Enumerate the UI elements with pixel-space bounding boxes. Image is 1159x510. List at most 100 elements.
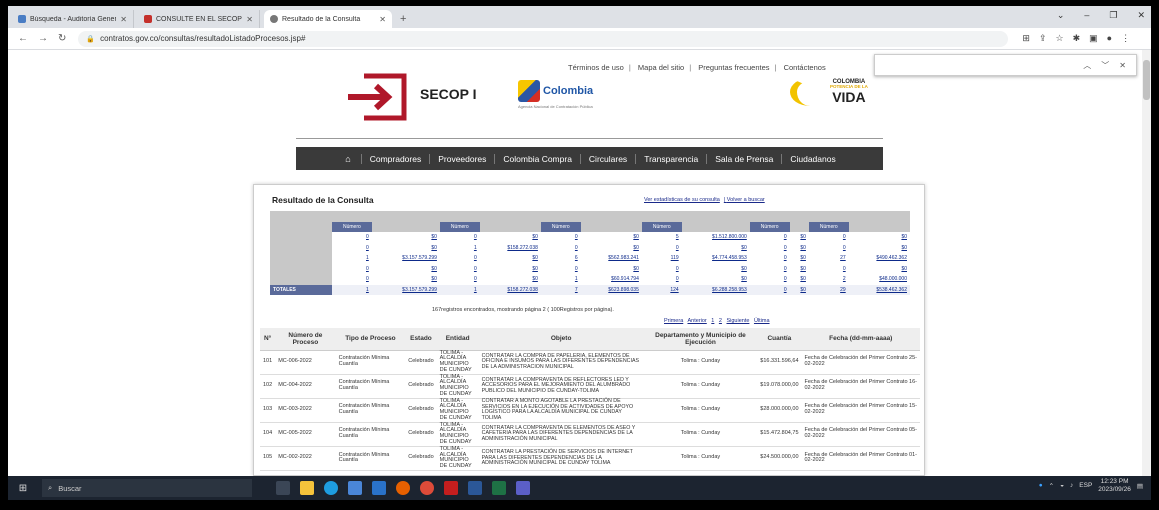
acrobat-icon[interactable] — [444, 481, 458, 495]
chrome-icon[interactable] — [420, 481, 434, 495]
col-entidad[interactable]: Entidad — [436, 328, 479, 351]
secop-arrow-logo-icon[interactable] — [346, 72, 408, 124]
stats-cell[interactable]: $0 — [480, 264, 541, 275]
stats-cell[interactable]: $0 — [372, 264, 440, 275]
col-proceso[interactable]: Número de Proceso — [275, 328, 336, 351]
stats-cell[interactable]: $0 — [849, 264, 910, 275]
stats-cell[interactable]: 0 — [440, 264, 480, 275]
col-tipo[interactable]: Tipo de Proceso — [335, 328, 406, 351]
new-tab-button[interactable]: + — [400, 10, 406, 28]
restore-icon[interactable]: ❐ — [1109, 10, 1117, 21]
nav-proveedores[interactable]: Proveedores — [430, 153, 496, 164]
stats-link[interactable]: Ver estadísticas de su consulta — [644, 197, 720, 203]
col-fecha[interactable]: Fecha (dd-mm-aaaa) — [801, 328, 920, 351]
stats-cell[interactable]: $48.000.000 — [849, 274, 910, 285]
stats-cell[interactable]: $0 — [480, 274, 541, 285]
stats-cell[interactable]: 0 — [642, 264, 682, 275]
star-icon[interactable]: ☆ — [1055, 33, 1063, 44]
stats-cell[interactable]: $0 — [480, 232, 541, 243]
nav-sala-prensa[interactable]: Sala de Prensa — [707, 153, 783, 164]
stats-cell[interactable]: 0 — [440, 232, 480, 243]
stats-cell[interactable]: 0 — [642, 243, 682, 254]
find-bar[interactable]: ︿ ﹀ ✕ — [874, 54, 1137, 76]
stats-cell[interactable]: $562.983.241 — [581, 253, 642, 264]
edge-icon[interactable] — [324, 481, 338, 495]
stats-cell[interactable]: 1 — [440, 243, 480, 254]
excel-icon[interactable] — [492, 481, 506, 495]
menu-icon[interactable]: ⋮ — [1121, 33, 1130, 44]
close-icon[interactable]: ✕ — [379, 15, 386, 24]
link-contactenos[interactable]: Contáctenos — [784, 63, 826, 72]
stats-total-cell[interactable]: $158.272.038 — [479, 284, 541, 295]
nav-transparencia[interactable]: Transparencia — [636, 153, 708, 164]
stats-cell[interactable]: 5 — [642, 232, 682, 243]
stats-cell[interactable]: 0 — [332, 274, 372, 285]
table-row[interactable]: 104 MC-005-2022 Contratación Mínima Cuantí… — [260, 422, 920, 447]
chevron-down-icon[interactable]: ⌄ — [1057, 10, 1065, 21]
stats-cell[interactable]: 0 — [750, 274, 790, 285]
cell-proceso[interactable]: MC-004-2022 — [275, 374, 336, 399]
url-field[interactable]: 🔒 contratos.gov.co/consultas/resultadoLi… — [78, 30, 1009, 47]
close-window-icon[interactable]: ✕ — [1137, 10, 1145, 21]
word-icon[interactable] — [468, 481, 482, 495]
stats-cell[interactable]: $0 — [682, 264, 750, 275]
stats-cell[interactable]: 0 — [809, 243, 849, 254]
col-objeto[interactable]: Objeto — [478, 328, 644, 351]
stats-cell[interactable]: $1.512.800.000 — [682, 232, 750, 243]
mail-icon[interactable] — [372, 481, 386, 495]
stats-cell[interactable]: 1 — [332, 253, 372, 264]
stats-cell[interactable]: 0 — [750, 264, 790, 275]
pager-last[interactable]: Última — [754, 318, 770, 324]
col-estado[interactable]: Estado — [405, 328, 437, 351]
help-icon[interactable]: ● — [1039, 482, 1043, 489]
stats-cell[interactable]: 0 — [541, 243, 581, 254]
scrollbar[interactable] — [1142, 50, 1151, 476]
stats-cell[interactable]: $0 — [849, 232, 910, 243]
stats-cell[interactable]: 0 — [809, 232, 849, 243]
stats-cell[interactable]: 1 — [541, 274, 581, 285]
pager-prev[interactable]: Anterior — [688, 318, 707, 324]
col-n[interactable]: N° — [260, 328, 276, 351]
clock[interactable]: 12:23 PM 2023/09/26 — [1098, 478, 1131, 494]
stats-total-cell[interactable]: 1 — [332, 284, 372, 295]
col-departamento[interactable]: Departamento y Municipio de Ejecución — [643, 328, 758, 351]
store-icon[interactable] — [348, 481, 362, 495]
windows-start-icon[interactable]: ⊞ — [8, 483, 38, 494]
stats-total-cell[interactable]: $538.462.362 — [848, 284, 910, 295]
table-row[interactable]: 101 MC-006-2022 Contratación Mínima Cuantí… — [260, 350, 920, 375]
stats-cell[interactable]: 0 — [541, 264, 581, 275]
stats-cell[interactable]: 0 — [332, 243, 372, 254]
stats-cell[interactable]: $0 — [581, 243, 642, 254]
pager-page-2[interactable]: 2 — [719, 318, 722, 324]
nav-ciudadanos[interactable]: Ciudadanos — [782, 154, 843, 164]
tab-consulte[interactable]: CONSULTE EN EL SECOP I | Colo ✕ — [138, 10, 260, 28]
translate-icon[interactable]: ⊞ — [1022, 33, 1030, 44]
stats-cell[interactable]: $60.914.794 — [581, 274, 642, 285]
profile-icon[interactable]: ● — [1107, 33, 1112, 44]
stats-cell[interactable]: $0 — [372, 243, 440, 254]
teams-icon[interactable] — [516, 481, 530, 495]
stats-cell[interactable]: $0 — [790, 264, 809, 275]
stats-cell[interactable]: 0 — [440, 253, 480, 264]
cell-proceso[interactable]: MC-002-2022 — [275, 446, 336, 471]
stats-cell[interactable]: 0 — [750, 253, 790, 264]
link-terminos[interactable]: Términos de uso — [568, 63, 624, 72]
stats-cell[interactable]: 6 — [541, 253, 581, 264]
link-mapa[interactable]: Mapa del sitio — [638, 63, 684, 72]
stats-cell[interactable]: 27 — [809, 253, 849, 264]
stats-cell[interactable]: 0 — [642, 274, 682, 285]
pager-first[interactable]: Primera — [664, 318, 683, 324]
stats-total-cell[interactable]: 124 — [641, 284, 682, 295]
cell-proceso[interactable]: MC-005-2022 — [275, 422, 336, 447]
notifications-icon[interactable]: ▤ — [1137, 482, 1143, 490]
tab-resultado[interactable]: Resultado de la Consulta ✕ — [264, 10, 392, 28]
nav-compradores[interactable]: Compradores — [362, 153, 431, 164]
close-icon[interactable]: ✕ — [120, 15, 127, 24]
stats-total-cell[interactable]: 1 — [439, 284, 480, 295]
stats-cell[interactable]: $0 — [682, 243, 750, 254]
chevron-up-icon[interactable]: ⌃ — [1049, 482, 1054, 490]
stats-cell[interactable]: 0 — [750, 232, 790, 243]
stats-cell[interactable]: $158.272.038 — [480, 243, 541, 254]
stats-cell[interactable]: 0 — [440, 274, 480, 285]
close-icon[interactable]: ✕ — [1119, 61, 1126, 70]
